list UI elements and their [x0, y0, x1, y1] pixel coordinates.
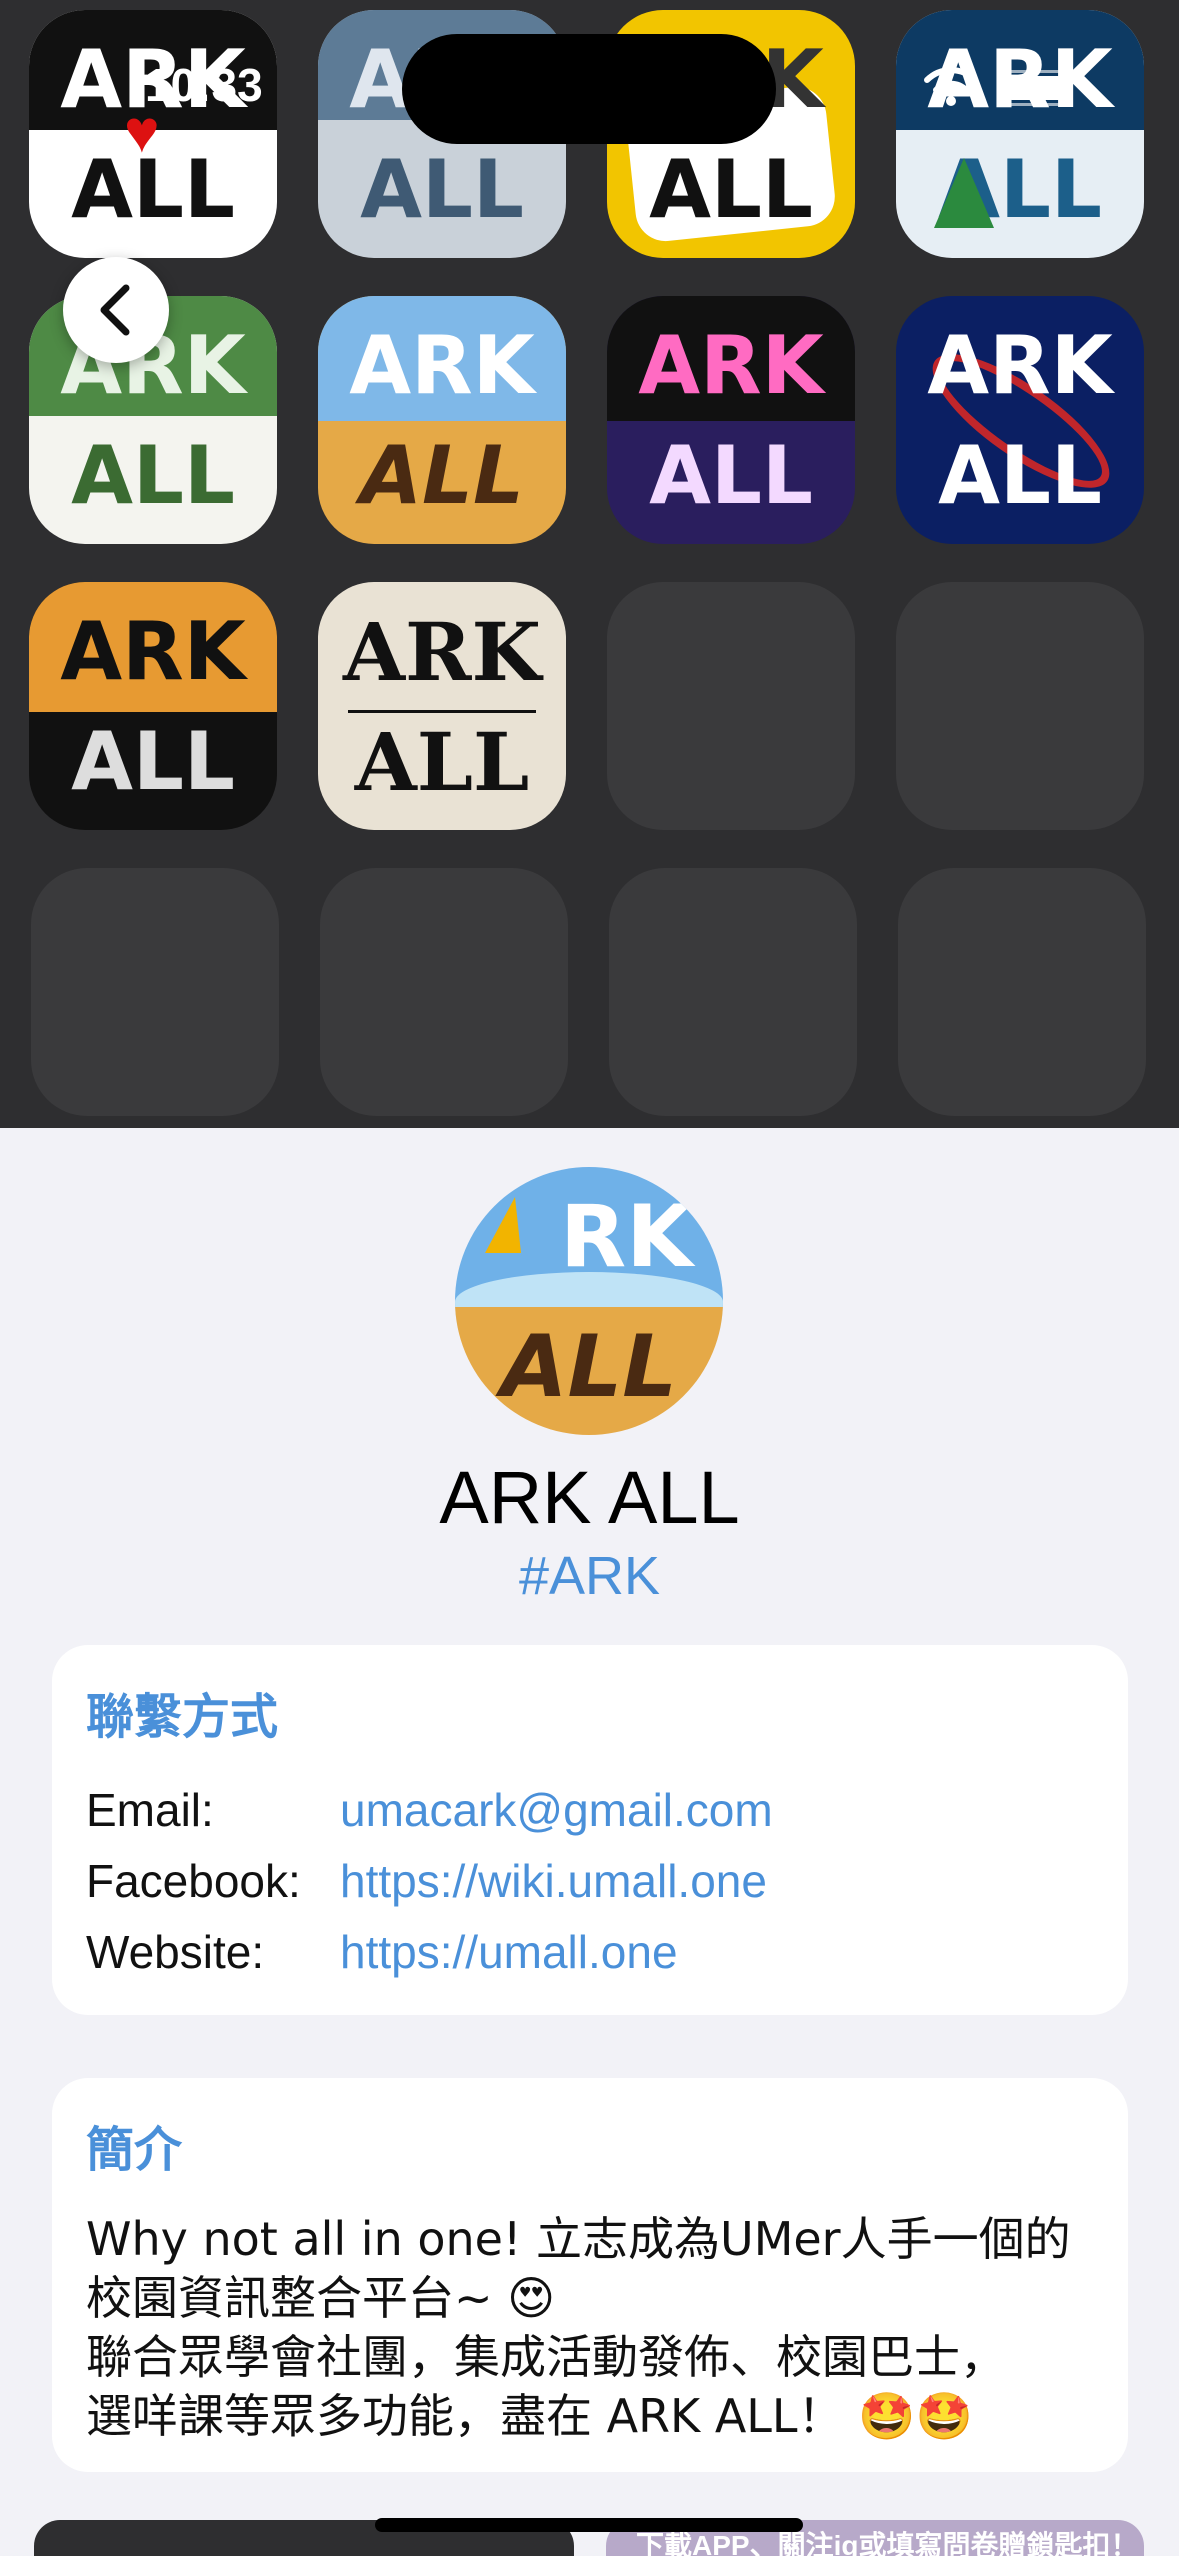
- empty-icon-slot: [609, 868, 857, 1116]
- wifi-icon: [924, 67, 978, 106]
- empty-icon-slot: [607, 582, 855, 830]
- app-icon-option-beach[interactable]: ARK ALL: [318, 296, 566, 544]
- contact-row-website: Website: https://umall.one: [86, 1917, 1094, 1988]
- org-tag[interactable]: #ARK: [0, 1545, 1179, 1607]
- contact-label: Website:: [86, 1926, 265, 1978]
- status-time: 10:33: [145, 59, 263, 111]
- intro-text: Why not all in one! 立志成為UMer人手一個的 校園資訊整合…: [86, 2212, 1071, 2443]
- dynamic-island: [402, 34, 776, 144]
- website-link[interactable]: https://umall.one: [340, 1917, 678, 1988]
- chevron-left-icon: [100, 284, 130, 336]
- battery-icon: [1000, 70, 1070, 106]
- app-icon-option-christmas[interactable]: ARK ALL: [896, 10, 1144, 258]
- empty-icon-slot: [896, 582, 1144, 830]
- org-name: ARK ALL: [439, 1456, 740, 1539]
- christmas-tree-icon: [934, 158, 994, 228]
- facebook-link[interactable]: https://wiki.umall.one: [340, 1846, 767, 1917]
- contact-label: Facebook:: [86, 1855, 301, 1907]
- contact-row-email: Email: umacark@gmail.com: [86, 1775, 1094, 1846]
- back-button[interactable]: [63, 257, 169, 363]
- app-icon-option-space[interactable]: ARK ALL: [896, 296, 1144, 544]
- empty-icon-slot: [31, 868, 279, 1116]
- empty-icon-slot: [898, 868, 1146, 1116]
- contact-card: 聯繫方式 Email: umacark@gmail.com Facebook: …: [52, 1645, 1128, 2015]
- empty-icon-slot: [320, 868, 568, 1116]
- intro-title: 簡介: [86, 2122, 183, 2178]
- contact-label: Email:: [86, 1784, 214, 1836]
- app-icon-option-newspaper[interactable]: ARK ALL: [318, 582, 566, 830]
- app-icon-option-orange[interactable]: ARK ALL: [29, 582, 277, 830]
- avatar: RK ALL: [455, 1167, 723, 1435]
- email-link[interactable]: umacark@gmail.com: [340, 1775, 773, 1846]
- contact-title: 聯繫方式: [86, 1689, 279, 1745]
- contact-row-facebook: Facebook: https://wiki.umall.one: [86, 1846, 1094, 1917]
- app-icon-option-love[interactable]: ARK ALL ♥: [29, 10, 277, 258]
- home-indicator: [375, 2518, 803, 2532]
- icon-picker-panel: ARK ALL ♥ ARK ALL ARK ALL ARK ALL ARK AL…: [0, 0, 1179, 1128]
- app-icon-option-neon[interactable]: ARK ALL: [607, 296, 855, 544]
- sailboat-icon: [485, 1197, 521, 1253]
- intro-card: 簡介 Why not all in one! 立志成為UMer人手一個的 校園資…: [52, 2078, 1128, 2472]
